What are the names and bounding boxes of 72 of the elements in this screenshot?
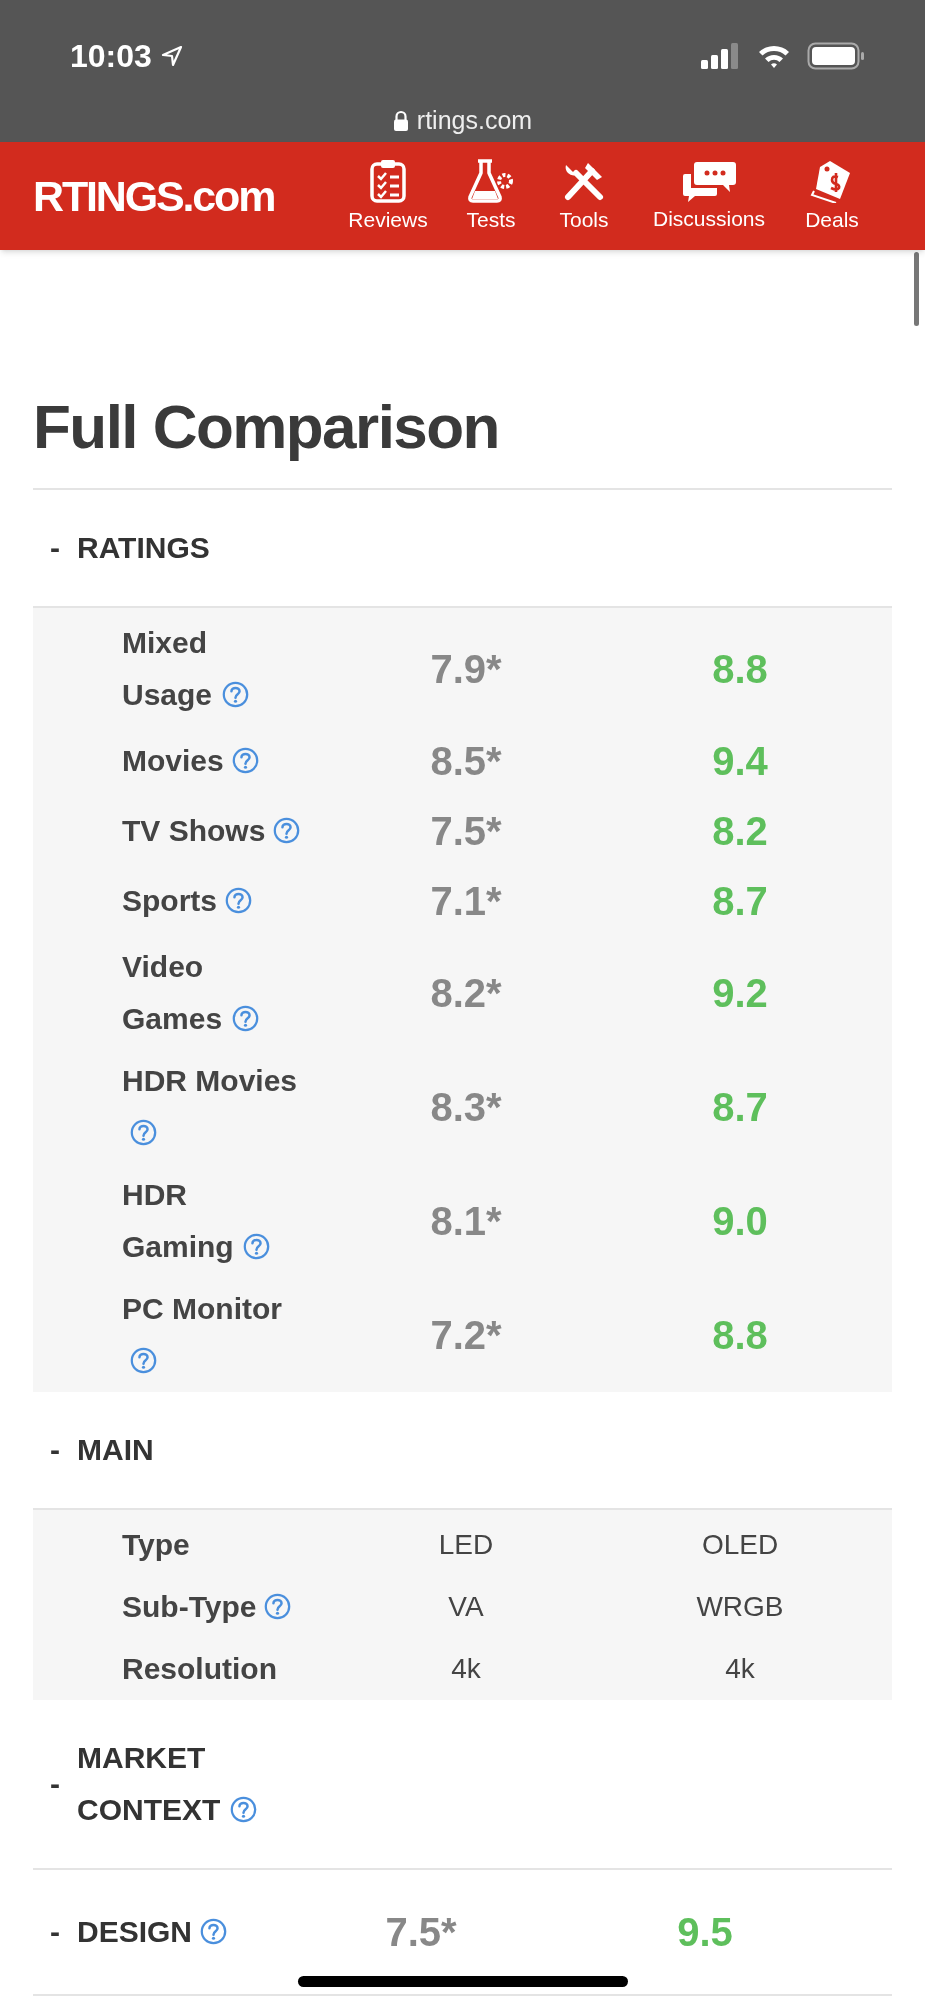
score-value: 8.7 [712,878,768,925]
help-icon[interactable] [130,1347,157,1374]
collapse-toggle[interactable]: - [50,1758,77,1810]
collapse-toggle[interactable]: - [50,522,77,574]
page-heading: Full Comparison [33,390,892,490]
score-value: 8.8 [712,1312,768,1359]
row-label: PC Monitor [122,1291,282,1327]
score-value: 7.2* [430,1312,502,1359]
score-value: 7.9* [430,646,502,693]
help-icon[interactable] [225,887,252,914]
nav-link[interactable]: Tools [539,159,629,233]
score-value: 8.5* [430,738,502,785]
help-icon[interactable] [222,681,249,708]
spec-value: WRGB [696,1590,784,1624]
help-icon[interactable] [273,817,301,844]
spec-value: VA [448,1590,484,1624]
lock-icon [392,109,409,132]
score-value: 8.7 [712,1084,768,1131]
nav-link[interactable]: Tests [443,159,539,233]
spec-value: 4k [725,1652,755,1686]
clipboard-icon [368,159,408,203]
help-icon[interactable] [243,1233,270,1260]
wifi-icon [757,43,791,69]
score-value: 9.5 [677,1909,733,1956]
row-label: HDR Movies [122,1063,298,1099]
section-title[interactable]: RATINGS [77,522,210,574]
row-label: Sub-Type [122,1589,257,1625]
clock: 10:03 [70,37,152,76]
row-label: TV Shows [122,813,266,849]
battery-icon [807,42,865,70]
nav-link[interactable]: Reviews [333,159,443,233]
location-arrow-icon [159,44,184,68]
score-value: 8.8 [712,646,768,693]
row-label: Mixed Usage [122,625,214,713]
help-icon[interactable] [231,747,259,774]
logo[interactable]: RTINGS.com [33,163,333,229]
score-value: 7.5* [385,1909,457,1956]
collapse-toggle[interactable]: - [50,1906,77,1958]
scrollbar[interactable] [914,252,919,326]
score-value: 7.5* [430,808,502,855]
signal-icon [701,43,741,69]
nav-link[interactable]: Deals [789,159,875,233]
row-label: Resolution [122,1651,277,1687]
nav-link[interactable]: Discussions [629,160,789,232]
address-text[interactable]: rtings.com [416,102,533,140]
spec-value: 4k [451,1652,481,1686]
section-title[interactable]: MAIN [77,1424,154,1476]
help-icon[interactable] [200,1918,228,1945]
section-title[interactable]: DESIGN [77,1906,193,1958]
row-label: HDR Gaming [122,1177,235,1265]
row-label: Video Games [122,949,224,1037]
collapse-toggle[interactable]: - [50,1424,77,1476]
score-value: 8.1* [430,1198,502,1245]
score-value: 7.1* [430,878,502,925]
row-label: Sports [122,883,217,919]
score-value: 9.4 [712,738,768,785]
spec-value: OLED [701,1528,779,1562]
score-value: 8.2* [430,970,502,1017]
help-icon[interactable] [264,1593,292,1620]
help-icon[interactable] [230,1796,257,1823]
chat-bubbles-icon [681,160,737,202]
spec-value: LED [438,1528,494,1562]
row-label: Movies [122,743,224,779]
section-title[interactable]: MARKET CONTEXT [77,1732,222,1836]
flask-gear-icon [467,159,515,203]
help-icon[interactable] [232,1005,259,1032]
score-value: 8.3* [430,1084,502,1131]
score-value: 9.0 [712,1198,768,1245]
help-icon[interactable] [130,1119,157,1146]
score-value: 9.2 [712,970,768,1017]
score-value: 8.2 [712,808,768,855]
row-label: Type [122,1527,190,1563]
